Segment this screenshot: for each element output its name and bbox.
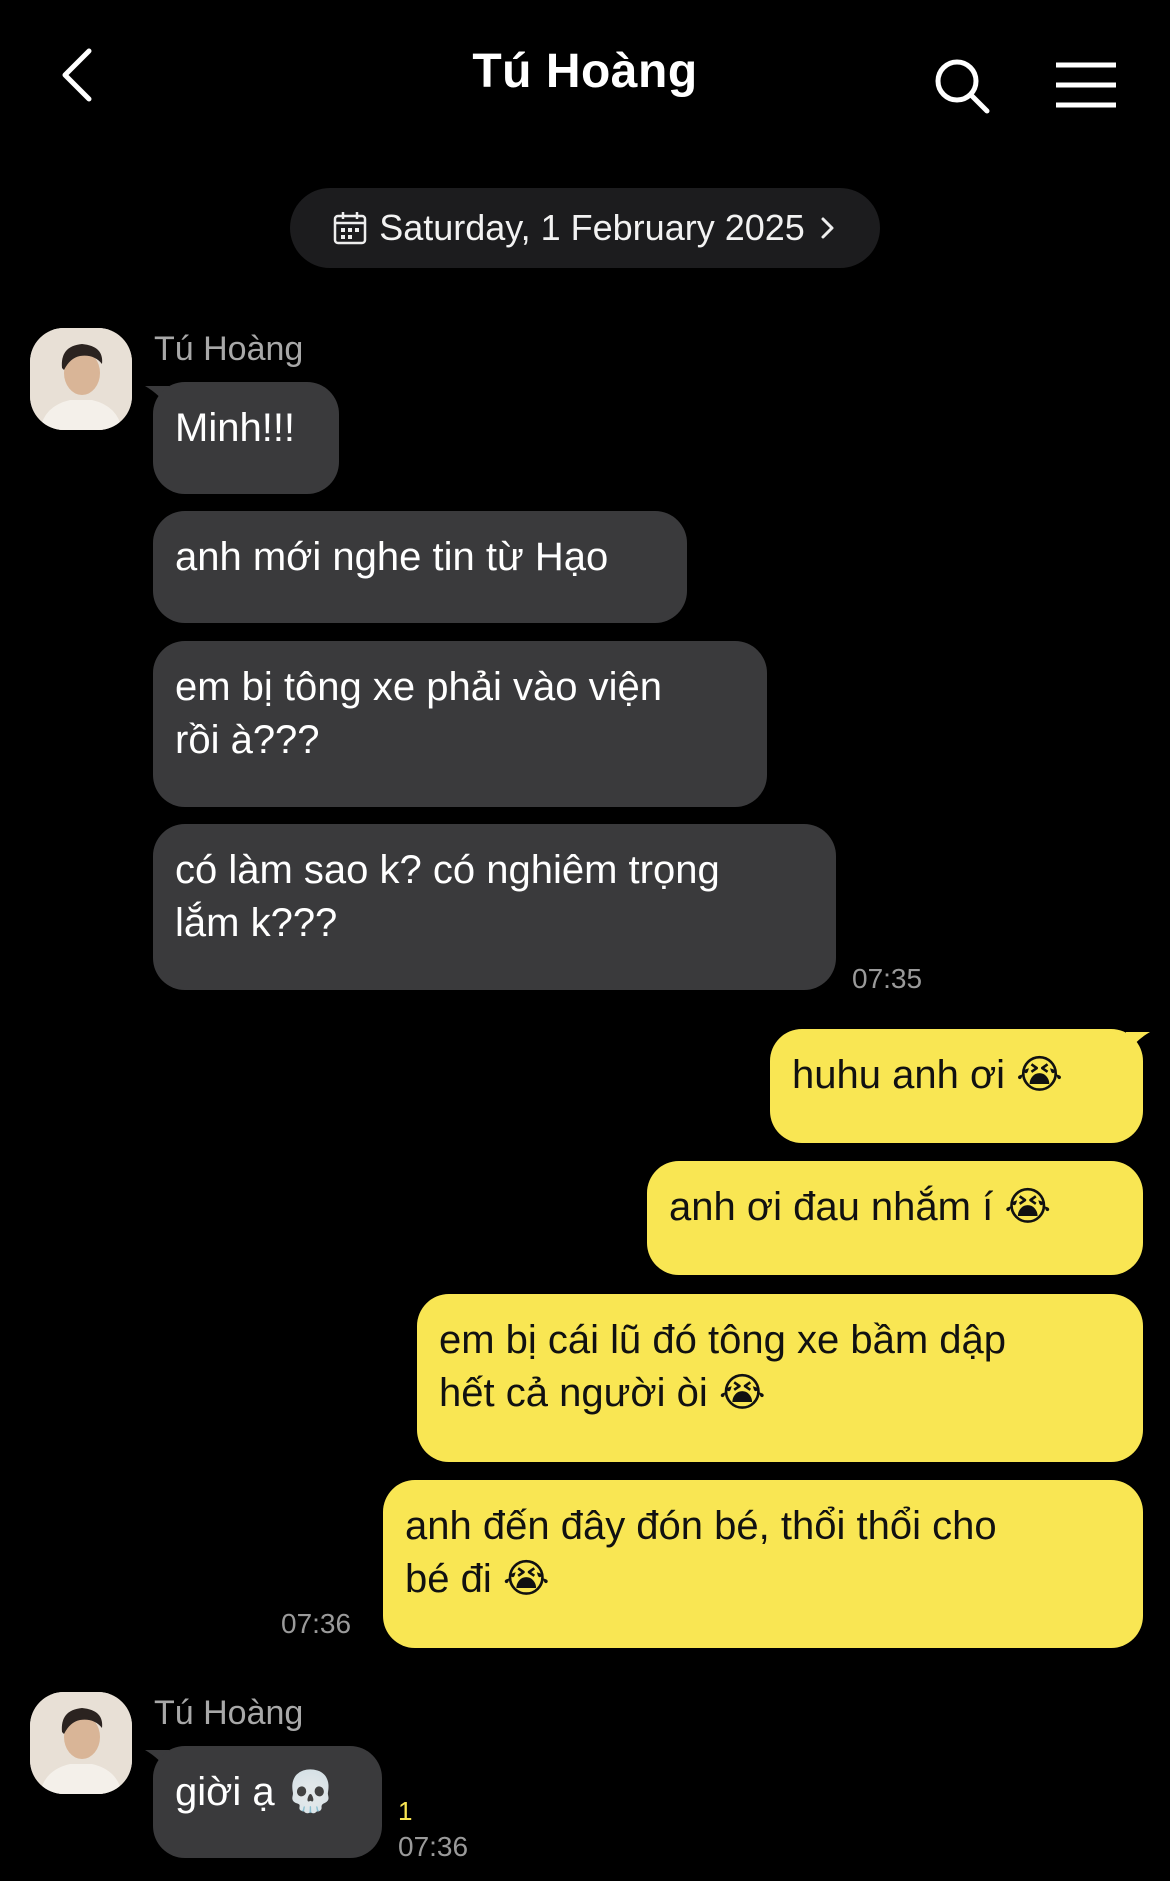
message-bubble-incoming[interactable]: anh mới nghe tin từ Hạo [153, 511, 687, 623]
sender-name: Tú Hoàng [154, 330, 304, 368]
chevron-right-icon [821, 217, 834, 239]
chat-title: Tú Hoàng [472, 45, 698, 98]
avatar-photo [30, 328, 132, 430]
message-time: 07:36 [281, 1608, 352, 1639]
message-bubble-outgoing[interactable]: anh đến đây đón bé, thổi thổi cho bé đi … [383, 1480, 1143, 1648]
message-bubble-outgoing[interactable]: huhu anh ơi 😭 [770, 1029, 1143, 1143]
date-divider[interactable]: Saturday, 1 February 2025 [290, 188, 880, 268]
unread-count: 1 [398, 1796, 413, 1826]
avatar[interactable] [30, 328, 132, 430]
message-bubble-incoming[interactable]: có làm sao k? có nghiêm trọng lắm k??? [153, 824, 836, 990]
message-bubble-outgoing[interactable]: anh ơi đau nhắm í 😭 [647, 1161, 1143, 1275]
avatar[interactable] [30, 1692, 132, 1794]
message-bubble-outgoing[interactable]: em bị cái lũ đó tông xe bầm dập hết cả n… [417, 1294, 1143, 1462]
message-time: 07:36 [398, 1831, 469, 1862]
date-label: Saturday, 1 February 2025 [379, 207, 805, 248]
sender-name: Tú Hoàng [154, 1694, 304, 1732]
message-bubble-incoming[interactable]: em bị tông xe phải vào viện rồi à??? [153, 641, 767, 807]
message-time: 07:35 [852, 963, 923, 994]
chat-header: Tú Hoàng [0, 0, 1170, 150]
hamburger-menu-icon[interactable] [1054, 60, 1118, 110]
avatar-photo [30, 1692, 132, 1794]
message-bubble-incoming[interactable]: Minh!!! [153, 382, 339, 494]
message-bubble-incoming[interactable]: giời ạ 💀 [153, 1746, 382, 1858]
search-icon[interactable] [932, 56, 992, 116]
calendar-icon [333, 212, 367, 245]
